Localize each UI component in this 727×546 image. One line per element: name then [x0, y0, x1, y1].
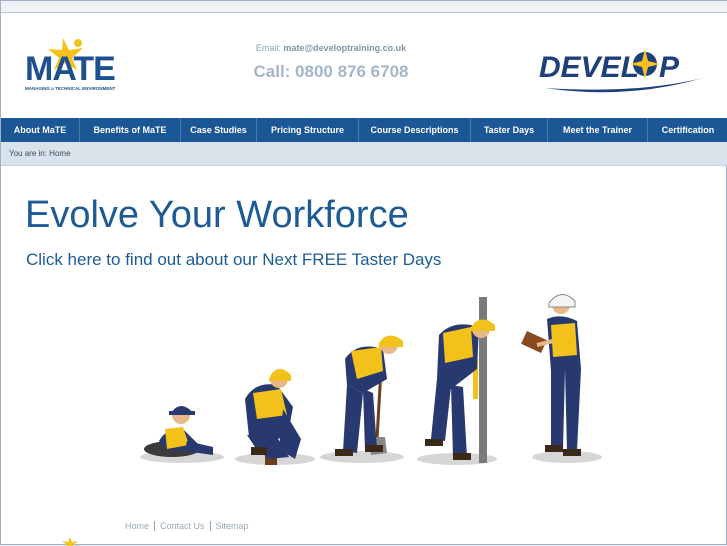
- email-label: Email:: [255, 43, 281, 53]
- footer-link-sitemap[interactable]: Sitemap: [211, 521, 254, 531]
- develop-logo-word-end: P: [659, 51, 680, 84]
- nav-pricing-structure[interactable]: Pricing Structure: [257, 118, 359, 142]
- breadcrumb: You are in: Home: [9, 149, 71, 158]
- email-row: Email: mate@developtraining.co.uk: [201, 43, 461, 53]
- workers-illustration: [137, 289, 607, 469]
- header: MATE MANAGING a TECHNICAL ENVIRONMENT Em…: [1, 13, 727, 118]
- worker-post: [425, 297, 495, 463]
- develop-logo[interactable]: DEVEL P: [537, 44, 705, 98]
- nav-benefits-of-mate[interactable]: Benefits of MaTE: [80, 118, 181, 142]
- worker-manhole: [144, 406, 213, 457]
- nav-course-descriptions[interactable]: Course Descriptions: [359, 118, 471, 142]
- email-link[interactable]: mate@developtraining.co.uk: [283, 43, 406, 53]
- page-title: Evolve Your Workforce: [25, 194, 409, 236]
- footer-mate-star-icon: [59, 535, 81, 546]
- page: MATE MANAGING a TECHNICAL ENVIRONMENT Em…: [0, 0, 727, 546]
- develop-logo-word: DEVEL: [539, 51, 639, 84]
- mate-logo-tagline: MANAGING a TECHNICAL ENVIRONMENT: [25, 86, 116, 91]
- contact-block: Email: mate@developtraining.co.uk Call: …: [201, 43, 461, 82]
- nav-taster-days[interactable]: Taster Days: [471, 118, 548, 142]
- develop-logo-graphic: DEVEL P: [537, 44, 705, 98]
- breadcrumb-bar: You are in: Home: [1, 142, 727, 166]
- phone-number: Call: 0800 876 6708: [253, 62, 409, 81]
- nav-about-mate[interactable]: About MaTE: [1, 118, 80, 142]
- mate-logo[interactable]: MATE MANAGING a TECHNICAL ENVIRONMENT: [23, 36, 127, 96]
- footer-links: Home Contact Us Sitemap: [125, 521, 254, 531]
- footer-link-home[interactable]: Home: [125, 521, 156, 531]
- main-nav: About MaTE Benefits of MaTE Case Studies…: [1, 118, 727, 142]
- top-strip: [1, 1, 727, 13]
- workers-illustration-graphic: [140, 294, 602, 465]
- nav-certification[interactable]: Certification: [648, 118, 727, 142]
- worker-supervisor: [521, 294, 581, 456]
- nav-meet-the-trainer[interactable]: Meet the Trainer: [548, 118, 648, 142]
- nav-case-studies[interactable]: Case Studies: [181, 118, 257, 142]
- worker-shovel: [335, 335, 403, 456]
- taster-days-link[interactable]: Click here to find out about our Next FR…: [26, 250, 441, 270]
- footer-link-contact-us[interactable]: Contact Us: [155, 521, 211, 531]
- worker-kneeling: [245, 368, 301, 465]
- mate-logo-word: MATE: [25, 50, 116, 88]
